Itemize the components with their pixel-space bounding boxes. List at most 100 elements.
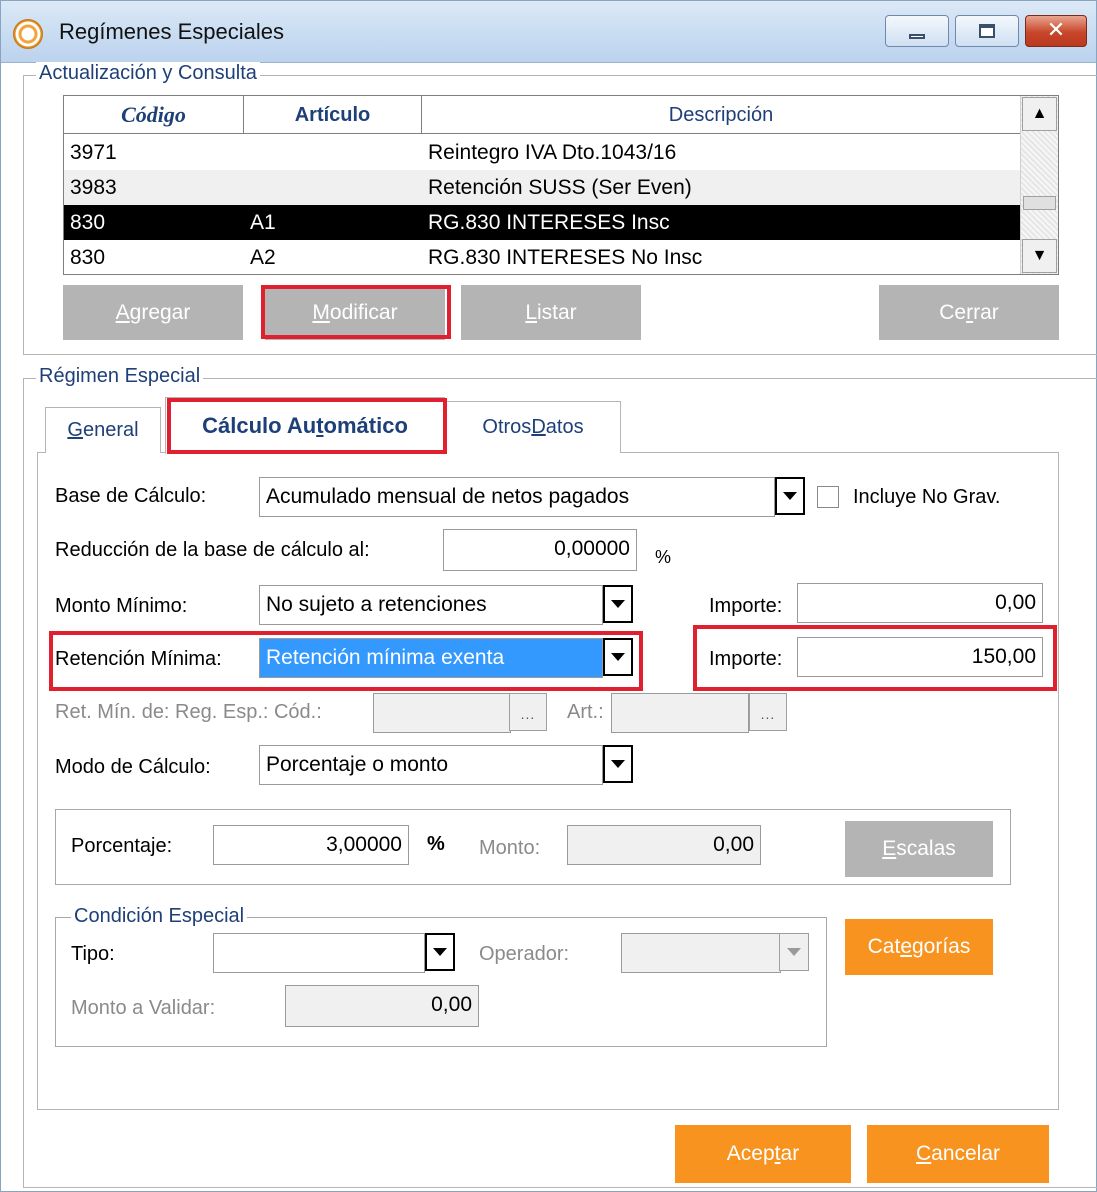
operador-select[interactable] — [621, 933, 781, 973]
incluye-no-grav-checkbox[interactable] — [817, 486, 839, 508]
porcentaje-input[interactable]: 3,00000 — [213, 825, 409, 865]
label-part: gorías — [912, 935, 971, 958]
cell-descripcion: RG.830 INTERESES No Insc — [428, 246, 703, 269]
base-calculo-label: Base de Cálculo: — [55, 485, 207, 507]
regimen-legend: Régimen Especial — [36, 365, 204, 388]
retencion-minima-highlight — [49, 631, 643, 691]
regimen-grid[interactable]: Código Artículo Descripción 3971 Reinteg… — [63, 95, 1059, 275]
label-part: Acep — [726, 1142, 775, 1165]
table-row[interactable]: 3971 Reintegro IVA Dto.1043/16 — [64, 135, 1020, 170]
base-calculo-select[interactable]: Acumulado mensual de netos pagados — [259, 477, 775, 517]
cell-codigo: 830 — [70, 246, 106, 269]
monto-validar-input[interactable]: 0,00 — [285, 985, 479, 1027]
monto-minimo-importe-input[interactable]: 0,00 — [797, 583, 1043, 623]
close-button[interactable]: ✕ — [1025, 15, 1087, 47]
column-header-descripcion[interactable]: Descripción — [422, 96, 1020, 134]
tab-otros-datos[interactable]: Otros Datos — [445, 401, 621, 453]
grid-scrollbar[interactable]: ▲ ▼ — [1020, 96, 1058, 274]
arrow-up-icon: ▲ — [1031, 105, 1048, 122]
reduccion-input[interactable]: 0,00000 — [443, 529, 637, 571]
ret-min-reg-art-input[interactable] — [611, 693, 749, 733]
tab-general[interactable]: General — [45, 407, 161, 453]
table-row[interactable]: 830 A2 RG.830 INTERESES No Insc — [64, 240, 1020, 274]
agregar-button[interactable]: Agregar — [63, 285, 243, 340]
cell-articulo: A2 — [250, 246, 276, 269]
mnemonic: C — [915, 1142, 932, 1165]
porcentaje-unit: % — [427, 833, 445, 855]
monto-minimo-dropdown-button[interactable] — [603, 585, 633, 623]
label-part: scalas — [896, 837, 956, 860]
condicion-especial-legend: Condición Especial — [71, 905, 248, 928]
table-row-selected[interactable]: 830 A1 RG.830 INTERESES Insc — [64, 205, 1020, 240]
modo-calculo-select[interactable]: Porcentaje o monto — [259, 745, 603, 785]
label-part: ancelar — [931, 1142, 1001, 1165]
tipo-select[interactable] — [213, 933, 425, 973]
scroll-down-button[interactable]: ▼ — [1022, 239, 1057, 273]
base-calculo-dropdown-button[interactable] — [775, 477, 805, 515]
label-part: ar — [780, 1142, 800, 1165]
listar-button[interactable]: Listar — [461, 285, 641, 340]
title-bar: Regímenes Especiales ✕ — [1, 1, 1096, 63]
ret-min-reg-codigo-lookup-button[interactable]: ... — [509, 693, 547, 731]
window-title: Regímenes Especiales — [59, 19, 285, 44]
operador-dropdown-button[interactable] — [779, 933, 809, 971]
tipo-dropdown-button[interactable] — [425, 933, 455, 971]
chevron-down-icon — [611, 600, 625, 608]
reduccion-label: Reducción de la base de cálculo al: — [55, 539, 370, 561]
cell-descripcion: Retención SUSS (Ser Even) — [428, 176, 692, 199]
column-header-codigo[interactable]: Código — [64, 96, 244, 134]
mnemonic: e — [900, 935, 912, 958]
reduccion-unit: % — [655, 547, 672, 567]
chevron-down-icon — [433, 948, 447, 956]
modo-calculo-dropdown-button[interactable] — [603, 745, 633, 783]
tab-highlight — [167, 398, 447, 454]
minimize-button[interactable] — [885, 15, 949, 47]
mnemonic: A — [115, 300, 130, 324]
maximize-button[interactable] — [955, 15, 1019, 47]
modificar-highlight — [261, 285, 451, 339]
mnemonic: D — [531, 416, 546, 438]
label-part: atos — [545, 416, 584, 438]
cell-codigo: 830 — [70, 211, 106, 234]
importe-highlight — [693, 625, 1057, 691]
ret-min-reg-art-lookup-button[interactable]: ... — [749, 693, 787, 731]
label-part: istar — [537, 300, 577, 324]
grid-header: Código Artículo Descripción — [64, 96, 1020, 134]
cancelar-button[interactable]: Cancelar — [867, 1125, 1049, 1183]
arrow-down-icon: ▼ — [1031, 247, 1048, 264]
operador-label: Operador: — [479, 943, 570, 965]
close-icon: ✕ — [1046, 18, 1066, 43]
incluye-no-grav-label: Incluye No Grav. — [853, 486, 1001, 508]
scroll-up-button[interactable]: ▲ — [1022, 97, 1057, 131]
scroll-thumb[interactable] — [1023, 196, 1056, 210]
table-row[interactable]: 3983 Retención SUSS (Ser Even) — [64, 170, 1020, 205]
escalas-button[interactable]: Escalas — [845, 821, 993, 877]
label-part: Cat — [867, 935, 901, 958]
aceptar-button[interactable]: Acep t ar — [675, 1125, 851, 1183]
monto-input[interactable]: 0,00 — [567, 825, 761, 865]
minimize-icon — [909, 33, 925, 39]
chevron-down-icon — [787, 948, 801, 956]
cell-codigo: 3983 — [70, 176, 117, 199]
mnemonic: r — [966, 300, 974, 324]
maximize-icon — [979, 24, 995, 38]
label-part: gregar — [129, 300, 191, 324]
app-logo-icon — [13, 19, 43, 49]
ret-min-reg-codigo-input[interactable] — [373, 693, 511, 733]
modo-calculo-label: Modo de Cálculo: — [55, 756, 211, 778]
cell-descripcion: Reintegro IVA Dto.1043/16 — [428, 141, 677, 164]
categorias-button[interactable]: Cat e gorías — [845, 919, 993, 975]
porcentaje-label: Porcentaje: — [71, 835, 173, 857]
cerrar-button[interactable]: Ce r rar — [879, 285, 1059, 340]
label-part: rar — [973, 300, 999, 324]
ret-min-reg-art-label: Art.: — [567, 701, 604, 723]
cell-articulo: A1 — [250, 211, 276, 234]
monto-validar-label: Monto a Validar: — [71, 997, 216, 1019]
label-part: eneral — [82, 419, 139, 441]
monto-minimo-importe-label: Importe: — [709, 595, 783, 617]
chevron-down-icon — [783, 492, 797, 500]
monto-minimo-select[interactable]: No sujeto a retenciones — [259, 585, 603, 625]
cell-descripcion: RG.830 INTERESES Insc — [428, 211, 670, 234]
column-header-articulo[interactable]: Artículo — [244, 96, 422, 134]
consulta-legend: Actualización y Consulta — [36, 62, 260, 85]
